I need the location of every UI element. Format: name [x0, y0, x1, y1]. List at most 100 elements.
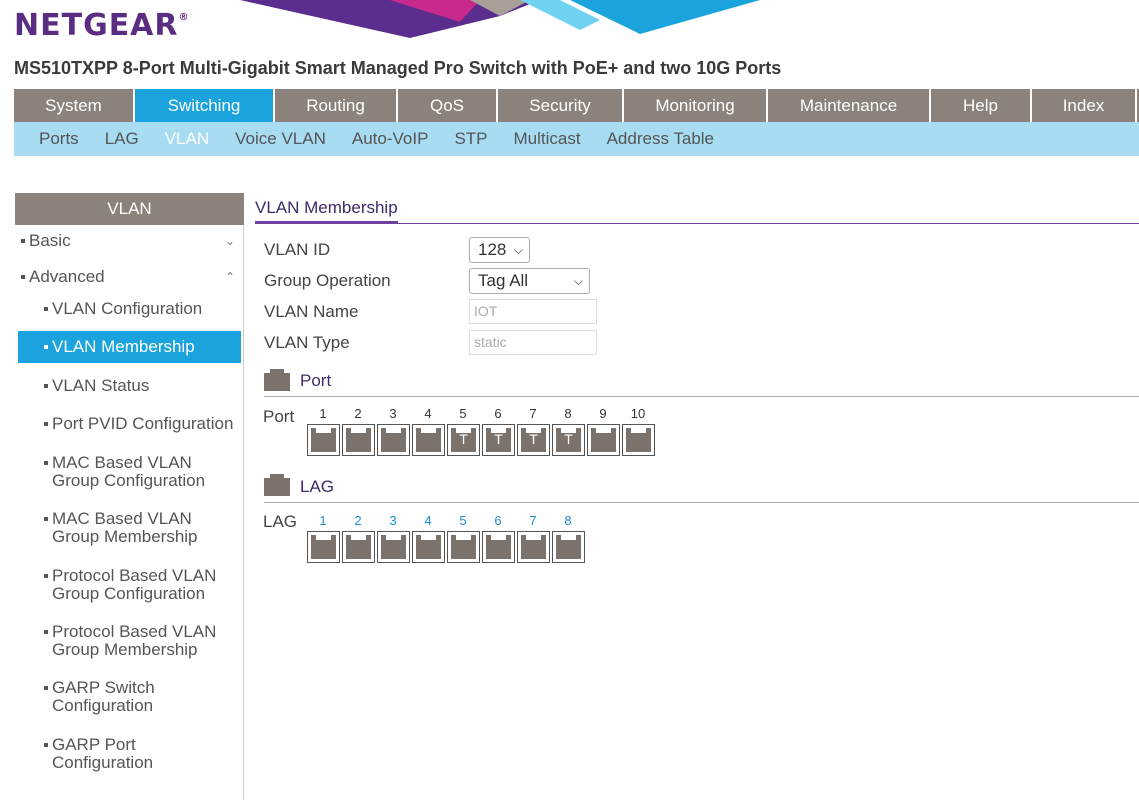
tab-routing[interactable]: Routing: [275, 89, 398, 122]
tab-switching[interactable]: Switching: [135, 89, 275, 122]
sidebar-item-vlan-status[interactable]: VLAN Status: [18, 377, 241, 395]
port-10-toggle[interactable]: [622, 424, 655, 456]
tab-help[interactable]: Help: [931, 89, 1032, 122]
lag-8-toggle[interactable]: [552, 531, 585, 563]
sidebar-item-garp-switch-configuration[interactable]: GARP Switch Configuration: [18, 679, 241, 715]
lag-number: 7: [529, 513, 537, 528]
sidebar-item-protocol-based-vlan-group-configuration[interactable]: Protocol Based VLAN Group Configuration: [18, 567, 241, 603]
sidebar-group-basic[interactable]: Basic ⌄: [21, 231, 239, 251]
vlan-id-select[interactable]: 128 ⌵: [469, 237, 530, 263]
ethernet-port-icon: [311, 428, 336, 452]
ethernet-port-icon: [556, 535, 581, 559]
lag-number: 2: [354, 513, 362, 528]
vlan-name-field[interactable]: IOT: [469, 299, 597, 324]
tab-index[interactable]: Index: [1032, 89, 1137, 122]
port-number: 10: [630, 406, 646, 421]
sidebar-item-mac-based-vlan-group-configuration[interactable]: MAC Based VLAN Group Configuration: [18, 454, 241, 490]
product-title: MS510TXPP 8-Port Multi-Gigabit Smart Man…: [14, 58, 782, 78]
lag-6-toggle[interactable]: [482, 531, 515, 563]
lag-1-toggle[interactable]: [307, 531, 340, 563]
header-banner-graphic: [240, 0, 760, 38]
subnav-ports[interactable]: Ports: [39, 129, 79, 149]
lag-7-toggle[interactable]: [517, 531, 550, 563]
sidebar-group-label: Advanced: [29, 267, 105, 286]
bullet-icon: [44, 574, 48, 578]
subnav-multicast[interactable]: Multicast: [514, 129, 581, 149]
bullet-icon: [44, 422, 48, 426]
sidebar-item-vlan-membership[interactable]: VLAN Membership: [18, 331, 241, 363]
group-operation-select[interactable]: Tag All ⌵: [469, 268, 590, 294]
subnav-lag[interactable]: LAG: [105, 129, 139, 149]
bullet-icon: [21, 275, 25, 279]
bullet-icon: [44, 461, 48, 465]
lag-4-toggle[interactable]: [412, 531, 445, 563]
subnav-address-table[interactable]: Address Table: [607, 129, 714, 149]
tab-system[interactable]: System: [14, 89, 135, 122]
lag-number: 4: [424, 513, 432, 528]
subnav-auto-voip[interactable]: Auto-VoIP: [352, 129, 429, 149]
port-2-toggle[interactable]: [342, 424, 375, 456]
bullet-icon: [44, 307, 48, 311]
chevron-down-icon: ⌵: [573, 274, 583, 288]
tab-maintenance[interactable]: Maintenance: [768, 89, 931, 122]
sidebar-item-label: GARP Port: [52, 735, 136, 754]
tag-indicator: T: [564, 431, 573, 447]
tab-security[interactable]: Security: [498, 89, 624, 122]
ethernet-port-icon: [381, 535, 406, 559]
sidebar-item-mac-based-vlan-group-membership[interactable]: MAC Based VLAN Group Membership: [18, 510, 241, 546]
subnav-stp[interactable]: STP: [454, 129, 487, 149]
port-7-toggle[interactable]: T: [517, 424, 550, 456]
sidebar-item-protocol-based-vlan-group-membership[interactable]: Protocol Based VLAN Group Membership: [18, 623, 241, 659]
lag-number: 8: [564, 513, 572, 528]
chevron-down-icon: ⌵: [513, 243, 523, 257]
lag-number: 6: [494, 513, 502, 528]
port-4-toggle[interactable]: [412, 424, 445, 456]
vlan-type-field[interactable]: static: [469, 330, 597, 355]
sub-nav: Ports LAG VLAN Voice VLAN Auto-VoIP STP …: [14, 122, 1139, 156]
section-tab-vlan-membership[interactable]: VLAN Membership: [255, 198, 398, 218]
lag-group-divider: [264, 502, 1139, 503]
port-3-toggle[interactable]: [377, 424, 410, 456]
port-group-icon: [264, 369, 290, 391]
port-1-toggle[interactable]: [307, 424, 340, 456]
chevron-down-icon: ⌄: [224, 234, 235, 248]
sidebar-item-label: MAC Based VLAN: [52, 509, 192, 528]
lag-group-icon: [264, 474, 290, 496]
ethernet-port-icon: [416, 428, 441, 452]
port-6-toggle[interactable]: T: [482, 424, 515, 456]
bullet-icon: [44, 743, 48, 747]
lag-5-toggle[interactable]: [447, 531, 480, 563]
tab-qos[interactable]: QoS: [398, 89, 498, 122]
subnav-vlan[interactable]: VLAN: [165, 129, 209, 149]
tag-indicator: T: [494, 431, 503, 447]
sidebar-item-label: Port PVID Configuration: [52, 414, 234, 433]
sidebar-item-label-line2: Configuration: [52, 753, 154, 772]
ethernet-port-icon: [591, 428, 616, 452]
section-tab-underline: [255, 221, 398, 224]
lag-2-toggle[interactable]: [342, 531, 375, 563]
lag-number: 1: [319, 513, 327, 528]
sidebar-item-garp-port-configuration[interactable]: GARP Port Configuration: [18, 736, 241, 772]
sidebar-item-port-pvid-configuration[interactable]: Port PVID Configuration: [18, 415, 241, 433]
lag-3-toggle[interactable]: [377, 531, 410, 563]
port-5-toggle[interactable]: T: [447, 424, 480, 456]
sidebar-item-label: GARP Switch: [52, 678, 155, 697]
logo-text: NETGEAR: [14, 8, 179, 43]
sidebar-group-advanced[interactable]: Advanced ⌃: [21, 267, 239, 287]
sidebar-item-label-line2: Group Membership: [52, 527, 198, 546]
tab-monitoring[interactable]: Monitoring: [624, 89, 768, 122]
lag-group-title[interactable]: LAG: [300, 477, 334, 497]
sidebar-item-label: VLAN Membership: [52, 337, 195, 356]
sidebar-group-label: Basic: [29, 231, 71, 250]
vlan-type-label: VLAN Type: [264, 333, 350, 352]
netgear-logo[interactable]: NETGEAR®: [14, 8, 190, 43]
port-group-title[interactable]: Port: [300, 371, 331, 391]
sidebar-item-vlan-configuration[interactable]: VLAN Configuration: [18, 300, 241, 318]
bullet-icon: [44, 345, 48, 349]
port-9-toggle[interactable]: [587, 424, 620, 456]
port-group-divider: [264, 396, 1139, 397]
subnav-voice-vlan[interactable]: Voice VLAN: [235, 129, 326, 149]
port-8-toggle[interactable]: T: [552, 424, 585, 456]
port-number: 7: [529, 406, 537, 421]
main-nav: System Switching Routing QoS Security Mo…: [14, 89, 1139, 122]
